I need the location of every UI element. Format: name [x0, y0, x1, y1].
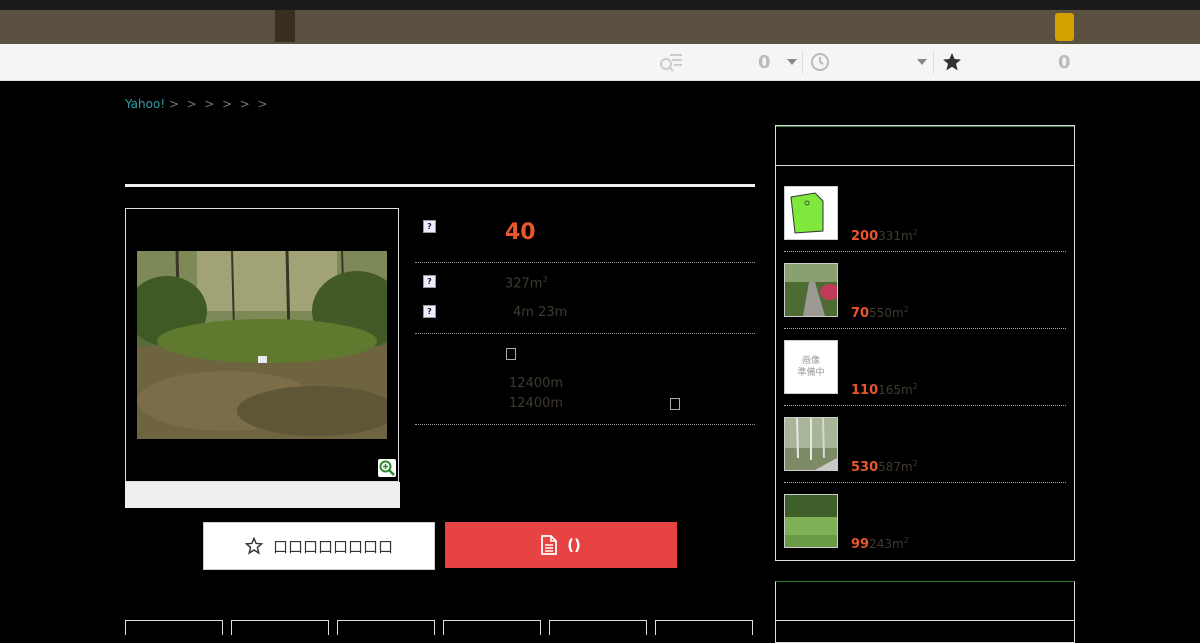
- login-button[interactable]: [1055, 13, 1074, 41]
- breadcrumb-separator: >: [186, 97, 197, 111]
- related-listing-item[interactable]: 530587m2: [784, 417, 1066, 493]
- help-icon[interactable]: ?: [423, 220, 436, 233]
- land-map-image: [785, 187, 837, 239]
- road-photo-image: [785, 264, 837, 316]
- row-divider: [415, 333, 755, 334]
- favorites-count: 0: [1058, 51, 1071, 73]
- panel-header-divider: [776, 620, 1074, 621]
- related-listings-header: [776, 126, 1074, 166]
- saved-search-button[interactable]: [658, 44, 684, 80]
- detail-tab[interactable]: [443, 620, 541, 635]
- forest-photo-image: [785, 418, 837, 470]
- listing-meta: 99243m2: [851, 536, 909, 552]
- clock-icon: [811, 53, 829, 71]
- item-divider: [784, 405, 1066, 406]
- related-listing-item[interactable]: 200331m2: [784, 186, 1066, 262]
- breadcrumb-separator: >: [204, 97, 215, 111]
- detail-tab[interactable]: [655, 620, 753, 635]
- main-photo-frame: [125, 208, 399, 482]
- listing-meta: 200331m2: [851, 228, 918, 244]
- breadcrumb: Yahoo! > > > > > >: [125, 97, 268, 111]
- detail-tab[interactable]: [549, 620, 647, 635]
- help-icon[interactable]: ?: [423, 275, 436, 288]
- secondary-panel: [775, 581, 1075, 643]
- related-listing-item[interactable]: 70550m2: [784, 263, 1066, 339]
- property-price: 40: [505, 220, 536, 245]
- listing-thumbnail[interactable]: [784, 494, 838, 548]
- request-info-label: (): [567, 536, 581, 554]
- zoom-button[interactable]: [378, 459, 396, 477]
- help-icon[interactable]: ?: [423, 305, 436, 318]
- map-link-icon[interactable]: [670, 398, 680, 410]
- recent-view-dropdown[interactable]: [917, 44, 927, 80]
- item-divider: [784, 482, 1066, 483]
- row-divider: [415, 424, 755, 425]
- photo-caption-bar: [125, 482, 400, 508]
- listing-meta: 530587m2: [851, 459, 918, 475]
- star-icon: [943, 53, 961, 71]
- top-strip: [0, 0, 1200, 10]
- item-divider: [784, 328, 1066, 329]
- site-header: [0, 10, 1200, 44]
- listing-thumbnail[interactable]: [784, 417, 838, 471]
- search-history-count: 0: [758, 51, 771, 73]
- recent-view-button[interactable]: [810, 44, 830, 80]
- add-favorite-label: 口口口口口口口口: [272, 537, 393, 556]
- listing-thumbnail[interactable]: [784, 263, 838, 317]
- toolbar-divider: [933, 50, 934, 74]
- document-icon: [541, 535, 558, 555]
- toolbar-divider: [802, 50, 803, 74]
- caret-down-icon: [917, 59, 927, 65]
- detail-tab[interactable]: [337, 620, 435, 635]
- star-outline-icon: [244, 537, 263, 555]
- breadcrumb-separator: >: [257, 97, 268, 111]
- svg-text:画像: 画像: [802, 354, 820, 366]
- item-divider: [784, 251, 1066, 252]
- zoom-in-icon: [379, 460, 395, 476]
- road-access: 4m 23m: [513, 305, 568, 320]
- site-logo[interactable]: [275, 10, 295, 42]
- land-photo-image: [137, 251, 387, 439]
- listing-meta: 110165m2: [851, 382, 918, 398]
- detail-tab[interactable]: [231, 620, 329, 635]
- land-area: 327m2: [505, 275, 548, 292]
- related-listing-item[interactable]: 99243m2: [784, 494, 1066, 570]
- add-favorite-button[interactable]: 口口口口口口口口: [203, 522, 435, 570]
- request-info-button[interactable]: (): [445, 522, 677, 568]
- station-distance-2: 12400m: [509, 396, 564, 411]
- breadcrumb-home-link[interactable]: Yahoo!: [125, 97, 165, 111]
- favorites-button[interactable]: [942, 44, 962, 80]
- property-photo[interactable]: [137, 251, 387, 439]
- map-link-icon[interactable]: [506, 348, 516, 360]
- breadcrumb-separator: >: [168, 97, 180, 111]
- related-listing-item[interactable]: 画像 準備中 110165m2: [784, 340, 1066, 416]
- caret-down-icon: [787, 59, 797, 65]
- image-pending-placeholder: 画像 準備中: [785, 341, 837, 393]
- search-history-icon: [660, 54, 682, 72]
- field-photo-image: [785, 495, 837, 547]
- listing-thumbnail[interactable]: [784, 186, 838, 240]
- user-toolbar: 0 0: [0, 44, 1200, 81]
- title-underline: [125, 184, 755, 187]
- listing-thumbnail[interactable]: 画像 準備中: [784, 340, 838, 394]
- row-divider: [415, 262, 755, 263]
- breadcrumb-separator: >: [239, 97, 250, 111]
- detail-tab[interactable]: [125, 620, 223, 635]
- svg-text:準備中: 準備中: [797, 366, 824, 378]
- related-listings-panel: 200331m2 70550m2 画像 準備中 110165m2 530587m…: [775, 125, 1075, 561]
- breadcrumb-separator: >: [222, 97, 233, 111]
- search-history-dropdown[interactable]: [787, 44, 797, 80]
- station-distance-1: 12400m: [509, 376, 564, 391]
- detail-tabs: [125, 620, 755, 635]
- listing-meta: 70550m2: [851, 305, 909, 321]
